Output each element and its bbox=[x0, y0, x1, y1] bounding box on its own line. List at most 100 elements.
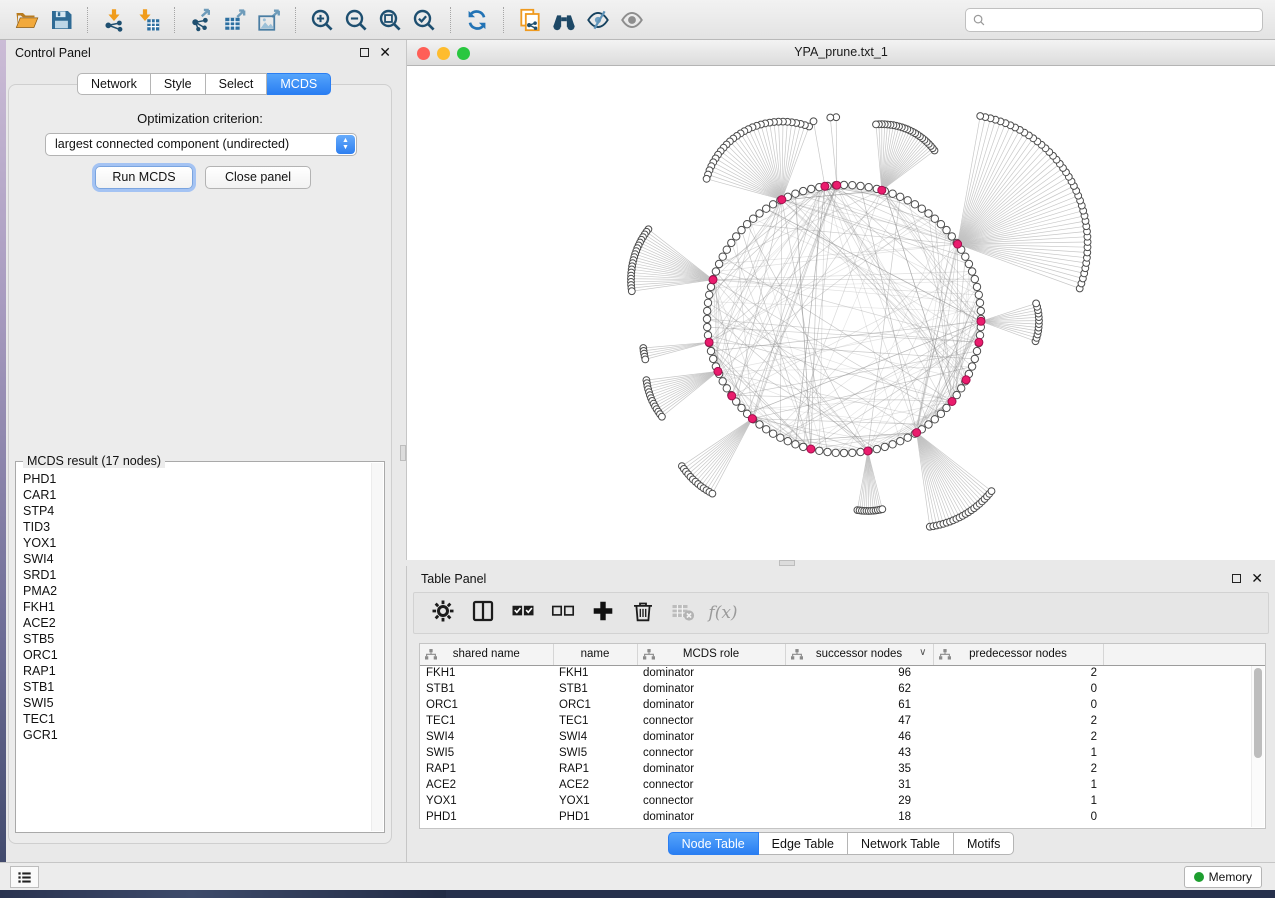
tab-mcds[interactable]: MCDS bbox=[267, 73, 331, 95]
table-cell: 96 bbox=[785, 665, 933, 681]
select-all-button[interactable] bbox=[510, 600, 536, 626]
network-window-titlebar[interactable]: YPA_prune.txt_1 bbox=[407, 40, 1275, 66]
tab-node-table[interactable]: Node Table bbox=[668, 832, 759, 855]
float-panel-icon[interactable] bbox=[1232, 574, 1241, 583]
table-row[interactable]: RAP1RAP1dominator352 bbox=[420, 761, 1265, 777]
show-all-button[interactable] bbox=[615, 5, 649, 35]
main-toolbar bbox=[0, 0, 1275, 40]
mcds-result-item[interactable]: STB5 bbox=[23, 631, 370, 647]
task-history-button[interactable] bbox=[10, 866, 39, 888]
mcds-result-item[interactable]: FKH1 bbox=[23, 599, 370, 615]
column-header-name[interactable]: name bbox=[553, 644, 637, 665]
scrollbar-thumb[interactable] bbox=[1254, 668, 1262, 758]
table-row[interactable]: FKH1FKH1dominator962 bbox=[420, 665, 1265, 681]
task-list-icon bbox=[16, 870, 33, 885]
memory-status-icon bbox=[1194, 872, 1204, 882]
search-network-button[interactable] bbox=[547, 5, 581, 35]
table-cell: TEC1 bbox=[420, 713, 553, 729]
split-columns-button[interactable] bbox=[470, 600, 496, 626]
float-panel-icon[interactable] bbox=[360, 48, 369, 57]
application-window: Control Panel ✕ NetworkStyleSelectMCDS O… bbox=[0, 0, 1275, 898]
export-image-button[interactable] bbox=[252, 5, 286, 35]
open-file-button[interactable] bbox=[10, 5, 44, 35]
import-network-button[interactable] bbox=[97, 5, 131, 35]
run-mcds-button[interactable]: Run MCDS bbox=[95, 166, 193, 189]
mcds-result-item[interactable]: CAR1 bbox=[23, 487, 370, 503]
zoom-fit-button[interactable] bbox=[373, 5, 407, 35]
export-table-button[interactable] bbox=[218, 5, 252, 35]
memory-button[interactable]: Memory bbox=[1184, 866, 1262, 888]
table-cell: ORC1 bbox=[420, 697, 553, 713]
mcds-result-list[interactable]: PHD1CAR1STP4TID3YOX1SWI4SRD1PMA2FKH1ACE2… bbox=[16, 465, 370, 830]
table-row[interactable]: SWI5SWI5connector431 bbox=[420, 745, 1265, 761]
column-header-shared-name[interactable]: shared name bbox=[420, 644, 553, 665]
add-column-button[interactable] bbox=[590, 600, 616, 626]
mcds-result-item[interactable]: PMA2 bbox=[23, 583, 370, 599]
mcds-result-item[interactable]: SWI5 bbox=[23, 695, 370, 711]
table-row[interactable]: YOX1YOX1connector291 bbox=[420, 793, 1265, 809]
column-header-predecessor-nodes[interactable]: predecessor nodes bbox=[933, 644, 1103, 665]
hide-selected-button[interactable] bbox=[581, 5, 615, 35]
table-row[interactable]: PHD1PHD1dominator180 bbox=[420, 809, 1265, 825]
mcds-result-item[interactable]: ORC1 bbox=[23, 647, 370, 663]
column-header-MCDS-role[interactable]: MCDS role bbox=[637, 644, 785, 665]
clone-network-button[interactable] bbox=[513, 5, 547, 35]
network-graph[interactable] bbox=[407, 66, 1275, 560]
table-scrollbar[interactable] bbox=[1251, 666, 1264, 827]
refresh-layout-button[interactable] bbox=[460, 5, 494, 35]
close-panel-icon[interactable]: ✕ bbox=[379, 47, 391, 57]
mcds-result-item[interactable]: SRD1 bbox=[23, 567, 370, 583]
tab-motifs[interactable]: Motifs bbox=[954, 832, 1014, 855]
table-cell: SWI5 bbox=[420, 745, 553, 761]
network-canvas[interactable] bbox=[407, 66, 1275, 560]
zoom-selected-button[interactable] bbox=[407, 5, 441, 35]
delete-column-button[interactable] bbox=[630, 600, 656, 626]
mcds-result-item[interactable]: STB1 bbox=[23, 679, 370, 695]
close-panel-icon[interactable]: ✕ bbox=[1251, 573, 1263, 583]
search-input[interactable] bbox=[987, 10, 1262, 30]
table-cell: PHD1 bbox=[420, 809, 553, 825]
search-box[interactable] bbox=[965, 8, 1263, 32]
mcds-result-item[interactable]: TID3 bbox=[23, 519, 370, 535]
table-row[interactable]: ORC1ORC1dominator610 bbox=[420, 697, 1265, 713]
table-row[interactable]: STB1STB1dominator620 bbox=[420, 681, 1265, 697]
export-network-button[interactable] bbox=[184, 5, 218, 35]
table-cell: SWI4 bbox=[553, 729, 637, 745]
node-table[interactable]: shared namenameMCDS rolesuccessor nodes∨… bbox=[419, 643, 1266, 829]
mcds-result-item[interactable]: SWI4 bbox=[23, 551, 370, 567]
result-scrollbar[interactable] bbox=[371, 463, 383, 831]
zoom-in-button[interactable] bbox=[305, 5, 339, 35]
mcds-result-item[interactable]: GCR1 bbox=[23, 727, 370, 743]
column-header-successor-nodes[interactable]: successor nodes∨ bbox=[785, 644, 933, 665]
control-panel: Control Panel ✕ NetworkStyleSelectMCDS O… bbox=[6, 40, 400, 862]
table-cell: ORC1 bbox=[553, 697, 637, 713]
tab-style[interactable]: Style bbox=[151, 73, 206, 95]
table-options-gear-button[interactable] bbox=[430, 600, 456, 626]
table-row[interactable]: SWI4SWI4dominator462 bbox=[420, 729, 1265, 745]
mcds-result-item[interactable]: ACE2 bbox=[23, 615, 370, 631]
tab-select[interactable]: Select bbox=[206, 73, 268, 95]
tab-edge-table[interactable]: Edge Table bbox=[759, 832, 848, 855]
close-panel-button[interactable]: Close panel bbox=[205, 166, 311, 189]
tab-network[interactable]: Network bbox=[77, 73, 151, 95]
optimization-criterion-select[interactable]: largest connected component (undirected)… bbox=[45, 133, 357, 156]
table-cell: 31 bbox=[785, 777, 933, 793]
mcds-result-item[interactable]: STP4 bbox=[23, 503, 370, 519]
mcds-result-item[interactable]: YOX1 bbox=[23, 535, 370, 551]
import-table-button[interactable] bbox=[131, 5, 165, 35]
table-toolbar: f(x) bbox=[413, 592, 1269, 634]
table-row[interactable]: ACE2ACE2connector311 bbox=[420, 777, 1265, 793]
mcds-result-item[interactable]: PHD1 bbox=[23, 471, 370, 487]
toolbar-separator bbox=[87, 7, 88, 33]
table-row[interactable]: TEC1TEC1connector472 bbox=[420, 713, 1265, 729]
zoom-out-button[interactable] bbox=[339, 5, 373, 35]
table-cell-filler bbox=[1103, 745, 1265, 761]
status-bar: Memory bbox=[0, 862, 1275, 890]
mcds-result-item[interactable]: RAP1 bbox=[23, 663, 370, 679]
toolbar-separator bbox=[174, 7, 175, 33]
deselect-all-button[interactable] bbox=[550, 600, 576, 626]
save-session-button[interactable] bbox=[44, 5, 78, 35]
tab-network-table[interactable]: Network Table bbox=[848, 832, 954, 855]
mcds-result-item[interactable]: TEC1 bbox=[23, 711, 370, 727]
table-cell: YOX1 bbox=[420, 793, 553, 809]
